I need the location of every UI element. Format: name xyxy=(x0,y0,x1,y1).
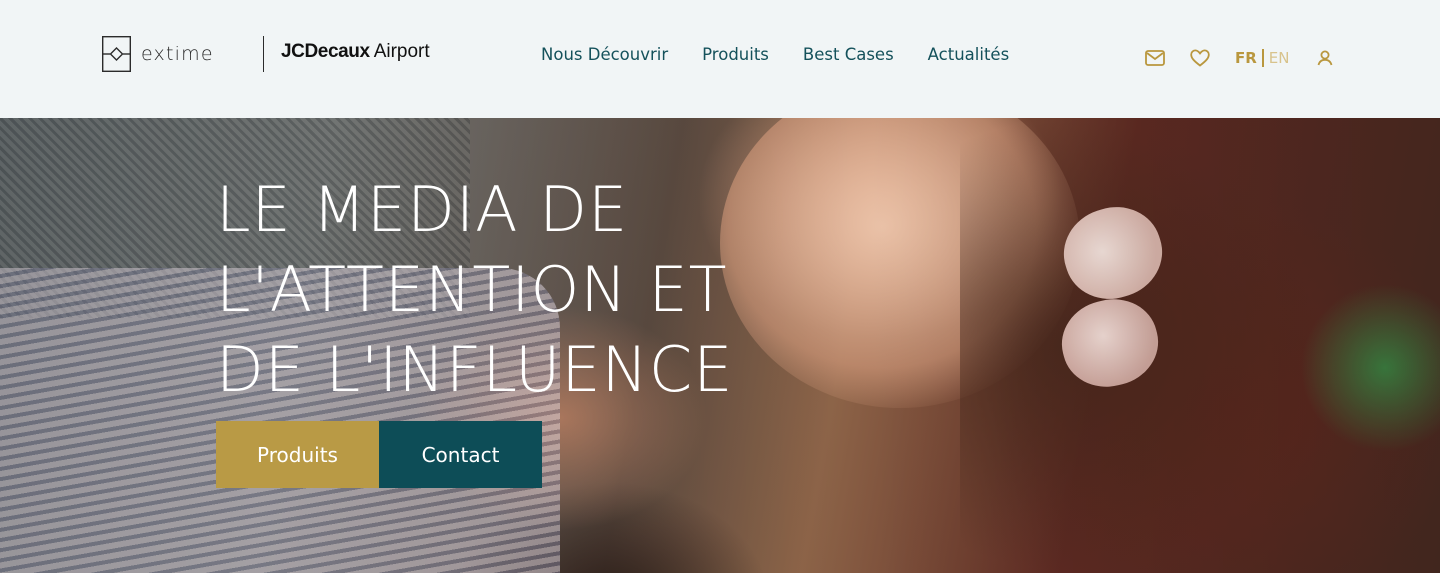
heart-icon[interactable] xyxy=(1189,47,1211,69)
extime-logo-text: extime xyxy=(141,43,214,65)
lang-divider xyxy=(1261,49,1264,67)
nav-item-nous-decouvrir[interactable]: Nous Découvrir xyxy=(541,45,668,64)
contact-button[interactable]: Contact xyxy=(379,421,542,488)
mail-icon[interactable] xyxy=(1144,47,1166,69)
user-icon[interactable] xyxy=(1314,47,1336,69)
nav-item-produits[interactable]: Produits xyxy=(702,45,769,64)
lang-en-link[interactable]: EN xyxy=(1269,49,1290,67)
extime-logo[interactable]: extime xyxy=(102,35,214,73)
extime-logo-mark-icon xyxy=(102,36,131,72)
airport-logo-text: Airport xyxy=(373,41,430,62)
lang-fr-link[interactable]: FR xyxy=(1235,49,1257,67)
hero-title: LE MEDIA DE L'ATTENTION ET DE L'INFLUENC… xyxy=(216,173,734,406)
produits-button[interactable]: Produits xyxy=(216,421,379,488)
language-switcher: FR EN xyxy=(1235,47,1290,69)
jcdecaux-airport-logo[interactable]: JCDecaux Airport xyxy=(281,41,430,63)
hero-banner: LE MEDIA DE L'ATTENTION ET DE L'INFLUENC… xyxy=(0,118,1440,573)
logo-divider xyxy=(263,36,264,72)
jcdecaux-logo-text: JCDecaux xyxy=(281,41,370,62)
header-tools: FR EN xyxy=(1144,46,1336,70)
main-nav: Nous Découvrir Produits Best Cases Actua… xyxy=(541,45,1009,64)
site-header: extime JCDecaux Airport Nous Découvrir Pr… xyxy=(0,0,1440,118)
nav-item-actualites[interactable]: Actualités xyxy=(928,45,1010,64)
nav-item-best-cases[interactable]: Best Cases xyxy=(803,45,894,64)
